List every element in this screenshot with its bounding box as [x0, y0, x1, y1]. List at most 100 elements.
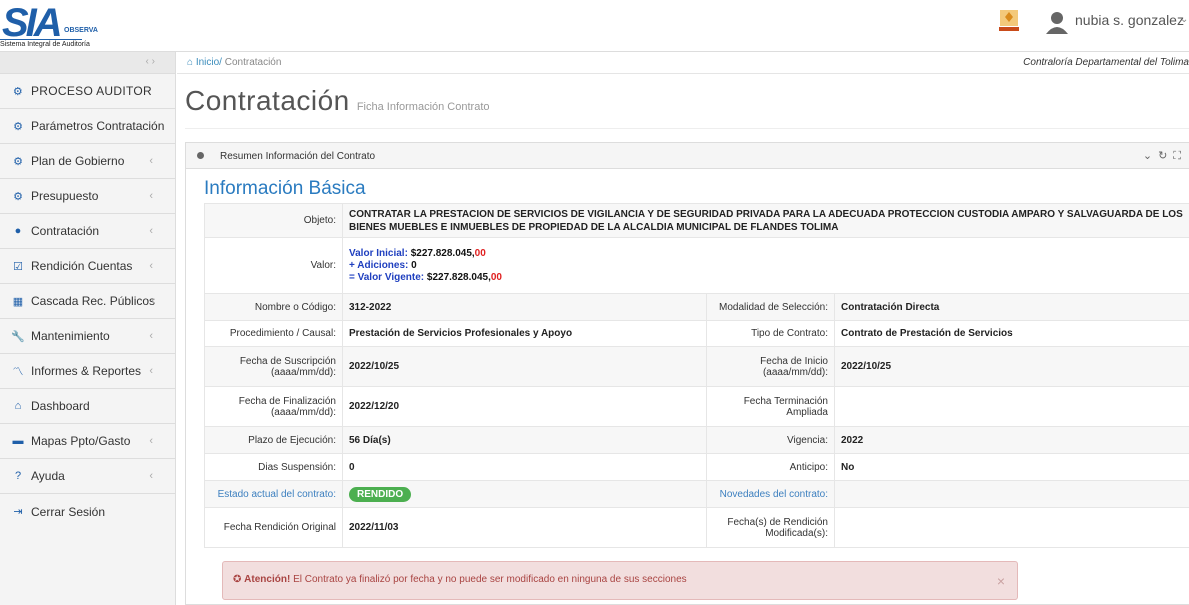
rendicion-label: Fecha Rendición Original: [204, 507, 343, 548]
valor-vigente-label: = Valor Vigente:: [349, 271, 425, 283]
table-row: Nombre o Código: 312-2022 Modalidad de S…: [204, 293, 1189, 321]
panel-title: Resumen Información del Contrato: [220, 151, 376, 162]
rendicion-mod-label: Fecha(s) de Rendición Modificada(s):: [706, 507, 835, 548]
sidebar-item-label: Contratación: [31, 224, 100, 238]
page-title-main: Contratación: [185, 85, 350, 116]
wrench-icon: 🔧: [11, 330, 25, 343]
table-row: Plazo de Ejecución: 56 Día(s) Vigencia: …: [204, 426, 1189, 454]
finalizacion-value: 2022/12/20: [342, 386, 707, 427]
alert-banner: ✪ Atención! El Contrato ya finalizó por …: [222, 561, 1018, 600]
plazo-label: Plazo de Ejecución:: [204, 426, 343, 454]
breadcrumb-home-link[interactable]: Inicio/: [196, 57, 222, 68]
sidebar-item-label: Cerrar Sesión: [31, 504, 106, 519]
table-row: Objeto: CONTRATAR LA PRESTACION DE SERVI…: [204, 203, 1189, 238]
home-icon: ⌂: [14, 400, 22, 412]
sidebar-item-contratacion[interactable]: ● Contratación ‹: [0, 214, 175, 249]
sidebar-toggle[interactable]: ‹ ›: [0, 52, 175, 74]
sidebar-item-label: Informes & Reportes: [31, 364, 142, 378]
valor-vigente: $227.828.045,: [426, 271, 491, 283]
tipo-label: Tipo de Contrato:: [706, 320, 835, 347]
inicio-label: Fecha de Inicio (aaaa/mm/dd):: [706, 346, 835, 387]
grid-icon: ▦: [12, 295, 24, 308]
valor-inicial: $227.828.045,: [410, 247, 475, 259]
sidebar-toggle-icon[interactable]: ‹ ›: [146, 56, 155, 67]
sidebar-item-label: Cascada Rec. Públicos: [31, 294, 156, 308]
sidebar-item-plan-gobierno[interactable]: ⚙ Plan de Gobierno ‹: [0, 144, 175, 179]
suscripcion-label: Fecha de Suscripción (aaaa/mm/dd):: [204, 346, 343, 387]
adiciones-label: + Adiciones:: [349, 259, 409, 271]
contract-info-table: Objeto: CONTRATAR LA PRESTACION DE SERVI…: [204, 203, 1189, 548]
fullscreen-icon[interactable]: ⛶: [1173, 150, 1187, 162]
top-bar: SIA OBSERVA Sistema Integral de Auditorí…: [0, 0, 1189, 52]
chart-line-icon: 〽: [12, 366, 24, 378]
logout-icon: ⇥: [13, 506, 23, 518]
user-name[interactable]: nubia s. gonzalez .: [1075, 12, 1189, 28]
reload-icon[interactable]: ↻: [1158, 150, 1173, 162]
valor-vigente-cents: 00: [490, 271, 502, 283]
chevron-left-icon: ‹: [149, 365, 153, 377]
estado-label: Estado actual del contrato:: [204, 480, 343, 508]
chevron-left-icon: ‹: [151, 295, 155, 307]
chevron-left-icon: ‹: [149, 470, 153, 482]
user-menu-caret-icon[interactable]: ⌄: [1180, 14, 1188, 25]
modalidad-label: Modalidad de Selección:: [706, 293, 835, 321]
contraloria-crest-icon: [999, 10, 1019, 31]
inicio-value: 2022/10/25: [834, 346, 1189, 387]
sidebar-item-label: Ayuda: [31, 469, 65, 483]
objeto-value: CONTRATAR LA PRESTACION DE SERVICIOS DE …: [342, 203, 1189, 238]
anticipo-value: No: [834, 453, 1189, 481]
suspension-label: Dias Suspensión:: [204, 453, 343, 481]
table-row: Dias Suspensión: 0 Anticipo: No: [204, 453, 1189, 481]
sidebar-item-cerrar-sesion[interactable]: ⇥ Cerrar Sesión: [0, 494, 175, 529]
sidebar-item-label: Dashboard: [31, 399, 90, 413]
sidebar-item-mantenimiento[interactable]: 🔧 Mantenimiento ‹: [0, 319, 175, 354]
panel-header: Resumen Información del Contrato ⌄↻⛶: [186, 143, 1189, 169]
sidebar-item-informes[interactable]: 〽 Informes & Reportes ‹: [0, 354, 175, 389]
user-avatar-icon[interactable]: [1045, 10, 1069, 34]
sidebar-item-label: Plan de Gobierno: [31, 154, 125, 168]
sidebar-item-presupuesto[interactable]: ⚙ Presupuesto ‹: [0, 179, 175, 214]
logo-subtitle: Sistema Integral de Auditoría: [0, 41, 90, 48]
title-divider: [185, 128, 1189, 129]
cogs-icon: ⚙: [12, 85, 24, 98]
credit-card-icon: ▬: [12, 435, 24, 447]
sidebar-item-ayuda[interactable]: ? Ayuda ‹: [0, 459, 175, 494]
collapse-icon[interactable]: ⌄: [1143, 150, 1158, 162]
sia-observa-logo[interactable]: SIA OBSERVA Sistema Integral de Auditorí…: [0, 2, 180, 50]
sidebar-item-mapas[interactable]: ▬ Mapas Ppto/Gasto ‹: [0, 424, 175, 459]
nombre-value: 312-2022: [342, 293, 707, 321]
panel-bullet-icon: [197, 152, 204, 159]
modalidad-value: Contratación Directa: [834, 293, 1189, 321]
valor-label: Valor:: [204, 237, 343, 294]
chevron-left-icon: ‹: [149, 225, 153, 237]
sidebar-item-proceso-auditor[interactable]: ⚙ PROCESO AUDITOR: [0, 74, 175, 109]
procedimiento-label: Procedimiento / Causal:: [204, 320, 343, 347]
suspension-value: 0: [342, 453, 707, 481]
objeto-label: Objeto:: [204, 203, 343, 238]
tipo-value: Contrato de Prestación de Servicios: [834, 320, 1189, 347]
page-title: Contratación Ficha Información Contrato: [185, 85, 490, 117]
adiciones-value: 0: [411, 259, 417, 271]
help-icon: ?: [14, 470, 22, 482]
home-icon[interactable]: ⌂: [187, 57, 196, 68]
sidebar-item-dashboard[interactable]: ⌂ Dashboard: [0, 389, 175, 424]
sidebar-item-cascada[interactable]: ▦ Cascada Rec. Públicos ‹: [0, 284, 175, 319]
sidebar-item-rendicion[interactable]: ☑ Rendición Cuentas ‹: [0, 249, 175, 284]
anticipo-label: Anticipo:: [706, 453, 835, 481]
main-content: ⌂ Inicio/ Contratación Contraloría Depar…: [177, 52, 1189, 605]
sidebar-item-label: PROCESO AUDITOR: [31, 84, 152, 98]
alert-strong: Atención!: [244, 574, 291, 585]
cogs-icon: ⚙: [13, 155, 23, 168]
sidebar-item-parametros[interactable]: ⚙ Parámetros Contratación: [0, 109, 175, 144]
chevron-left-icon: ‹: [149, 330, 153, 342]
warning-icon: ✪: [233, 574, 242, 585]
valor-inicial-cents: 00: [474, 247, 486, 259]
chevron-left-icon: ‹: [149, 435, 153, 447]
sidebar: ‹ › ⚙ PROCESO AUDITOR ⚙ Parámetros Contr…: [0, 52, 176, 605]
close-icon[interactable]: ×: [997, 573, 1005, 589]
valor-value: Valor Inicial: $227.828.045,00 + Adicion…: [342, 237, 1189, 294]
table-row: Procedimiento / Causal: Prestación de Se…: [204, 320, 1189, 347]
logo-tag: OBSERVA: [64, 27, 98, 34]
chevron-left-icon: ‹: [149, 190, 153, 202]
sidebar-item-label: Mantenimiento: [31, 329, 110, 343]
